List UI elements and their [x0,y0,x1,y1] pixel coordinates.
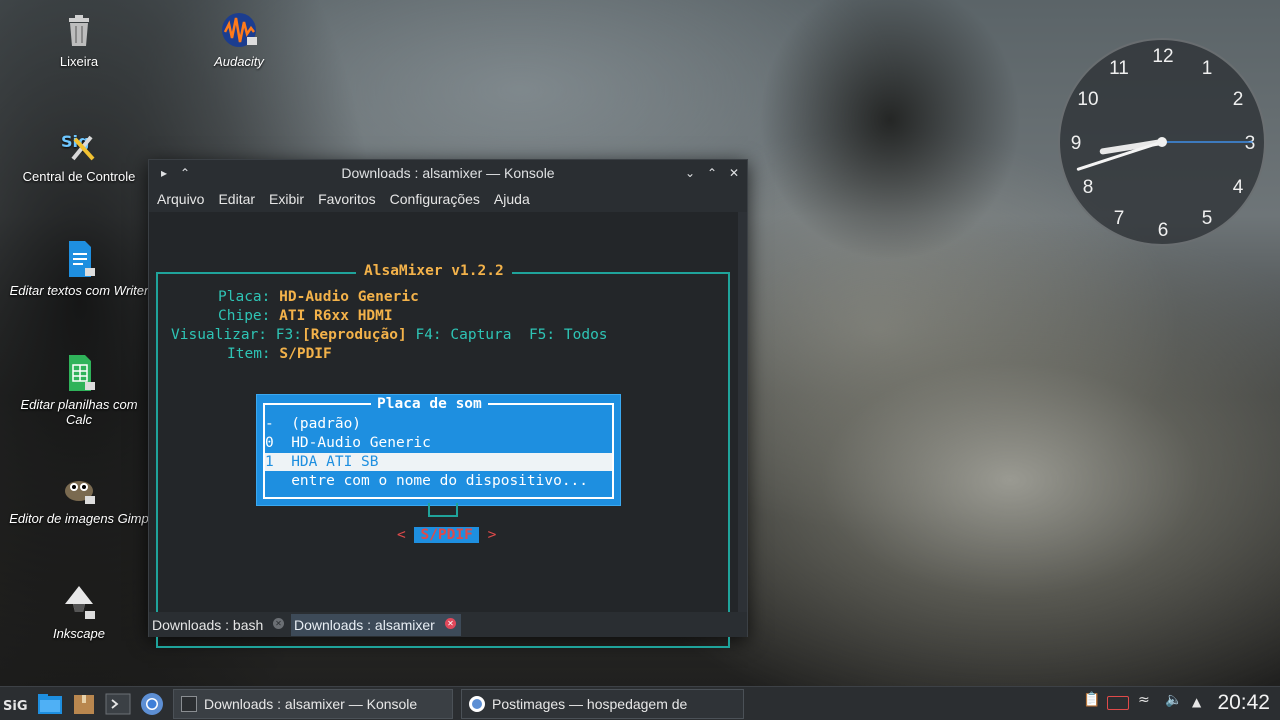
volume-icon[interactable]: 🔈 [1165,692,1182,708]
desktop-icon-writer[interactable]: Editar textos com Writer [9,239,149,298]
clock-hands [1076,137,1253,171]
dialog-title: Placa de som [371,396,488,412]
chip-value: ATI R6xx HDMI [279,308,393,324]
view-f3-value: [Reprodução] [301,327,407,343]
application-launcher-icon[interactable]: SiG [2,691,30,717]
file-manager-icon[interactable] [36,691,64,717]
window-title: Downloads : alsamixer — Konsole [341,165,555,181]
desktop-icon-label: Inkscape [52,626,106,641]
terminal-area[interactable]: AlsaMixer v1.2.2 Placa: HD-Audio Generic… [149,212,739,648]
task-label: Downloads : alsamixer — Konsole [204,696,418,712]
package-icon[interactable] [70,691,98,717]
clock-center [1157,137,1167,147]
desktop-icon-label: Lixeira [59,54,99,69]
dialog-option-enter-name[interactable]: entre com o nome do dispositivo... [265,472,612,490]
option-key: 1 [265,454,274,470]
window-titlebar[interactable]: ▸ ⌃ Downloads : alsamixer — Konsole ⌄ ⌃ … [149,160,747,186]
dialog-option-hda-ati-sb[interactable]: 1 HDA ATI SB [265,453,612,471]
control-center-icon: Sig [59,125,99,165]
spdif-control[interactable]: < S/PDIF > [397,527,496,543]
menu-ajuda[interactable]: Ajuda [494,191,530,207]
menu-configuracoes[interactable]: Configurações [390,191,480,207]
clipboard-icon[interactable]: 📋 [1083,692,1100,708]
desktop-icon-label: Editar planilhas com Calc [20,397,138,427]
menu-editar[interactable]: Editar [218,191,255,207]
menubar: Arquivo Editar Exibir Favoritos Configur… [149,186,747,212]
close-tab-icon[interactable]: ✕ [445,618,456,629]
control-meter [428,503,458,517]
terminal-icon[interactable] [104,691,132,717]
taskbar: SiG Downloads : alsamixer — Konsole Post… [0,686,1280,720]
item-label: Item: [227,346,271,362]
card-value: HD-Audio Generic [279,289,419,305]
trash-icon [59,10,99,50]
desktop-icon-label: Audacity [214,54,264,69]
analog-clock[interactable]: 12 1 2 3 4 5 6 7 8 9 10 11 [1058,38,1266,246]
minimize-button[interactable]: ⌄ [681,164,699,182]
desktop-icon-label: Editor de imagens Gimp [9,511,149,526]
control-right-arrow: > [487,527,497,543]
desktop-icon-label: Central de Controle [22,169,136,184]
option-key [265,473,274,489]
tab-downloads-bash[interactable]: Downloads : bash [149,614,289,636]
battery-icon[interactable] [1107,696,1129,710]
close-tab-icon[interactable]: ✕ [273,618,284,629]
alsamixer-title: AlsaMixer v1.2.2 [356,263,512,279]
view-f3: F3: [275,327,302,343]
menu-favoritos[interactable]: Favoritos [318,191,376,207]
desktop-icon-audacity[interactable]: Audacity [169,10,309,69]
gimp-icon [59,467,99,507]
terminal-scrollbar[interactable] [738,212,747,612]
inkscape-icon [59,582,99,622]
desktop-icon-calc[interactable]: Editar planilhas com Calc [9,353,149,427]
desktop-icon-label: Editar textos com Writer [9,283,149,298]
item-value: S/PDIF [279,346,332,362]
chrome-icon[interactable] [138,691,166,717]
tab-label: Downloads : bash [152,617,264,633]
chrome-icon [469,696,485,712]
show-hidden-icons-icon[interactable]: ▲ [1192,695,1201,709]
view-other-modes: F4: Captura F5: Todos [415,327,608,343]
option-label: HD-Audio Generic [291,435,431,451]
dialog-option-hd-audio[interactable]: 0 HD-Audio Generic [265,434,612,452]
option-key: - [265,416,274,432]
desktop-icon-gimp[interactable]: Editor de imagens Gimp [9,467,149,526]
audacity-icon [219,10,259,50]
network-icon[interactable]: ≈ [1138,692,1150,708]
chip-label: Chipe: [218,308,271,324]
option-key: 0 [265,435,274,451]
tab-label: Downloads : alsamixer [294,617,435,633]
view-label: Visualizar: [171,327,268,343]
close-button[interactable]: ✕ [725,164,743,182]
tab-bar: Downloads : bash ✕ Downloads : alsamixer… [149,612,747,637]
option-label: HDA ATI SB [291,454,379,470]
sound-card-dialog[interactable]: Placa de som - (padrão) 0 HD-Audio Gener… [256,394,621,506]
desktop-icon-central-de-controle[interactable]: Sig Central de Controle [9,125,149,184]
desktop-icon-inkscape[interactable]: Inkscape [9,582,149,641]
control-left-arrow: < [397,527,406,543]
konsole-icon [181,696,197,712]
desktop-icon-lixeira[interactable]: Lixeira [9,10,149,69]
konsole-window[interactable]: ▸ ⌃ Downloads : alsamixer — Konsole ⌄ ⌃ … [148,159,748,648]
task-konsole[interactable]: Downloads : alsamixer — Konsole [173,689,453,719]
dialog-option-default[interactable]: - (padrão) [265,415,612,433]
task-chrome[interactable]: Postimages — hospedagem de imagen... [461,689,744,719]
calc-icon [59,353,99,393]
writer-icon [59,239,99,279]
card-label: Placa: [218,289,271,305]
control-name: S/PDIF [414,527,479,543]
task-label: Postimages — hospedagem de imagen... [492,696,688,712]
option-label: (padrão) [291,416,362,432]
svg-text:SiG: SiG [3,699,28,714]
taskbar-clock[interactable]: 20:42 [1217,691,1270,715]
tab-downloads-alsamixer[interactable]: Downloads : alsamixer [291,614,461,636]
menu-arquivo[interactable]: Arquivo [157,191,204,207]
maximize-button[interactable]: ⌃ [703,164,721,182]
menu-exibir[interactable]: Exibir [269,191,304,207]
option-label: entre com o nome do dispositivo... [291,473,589,489]
